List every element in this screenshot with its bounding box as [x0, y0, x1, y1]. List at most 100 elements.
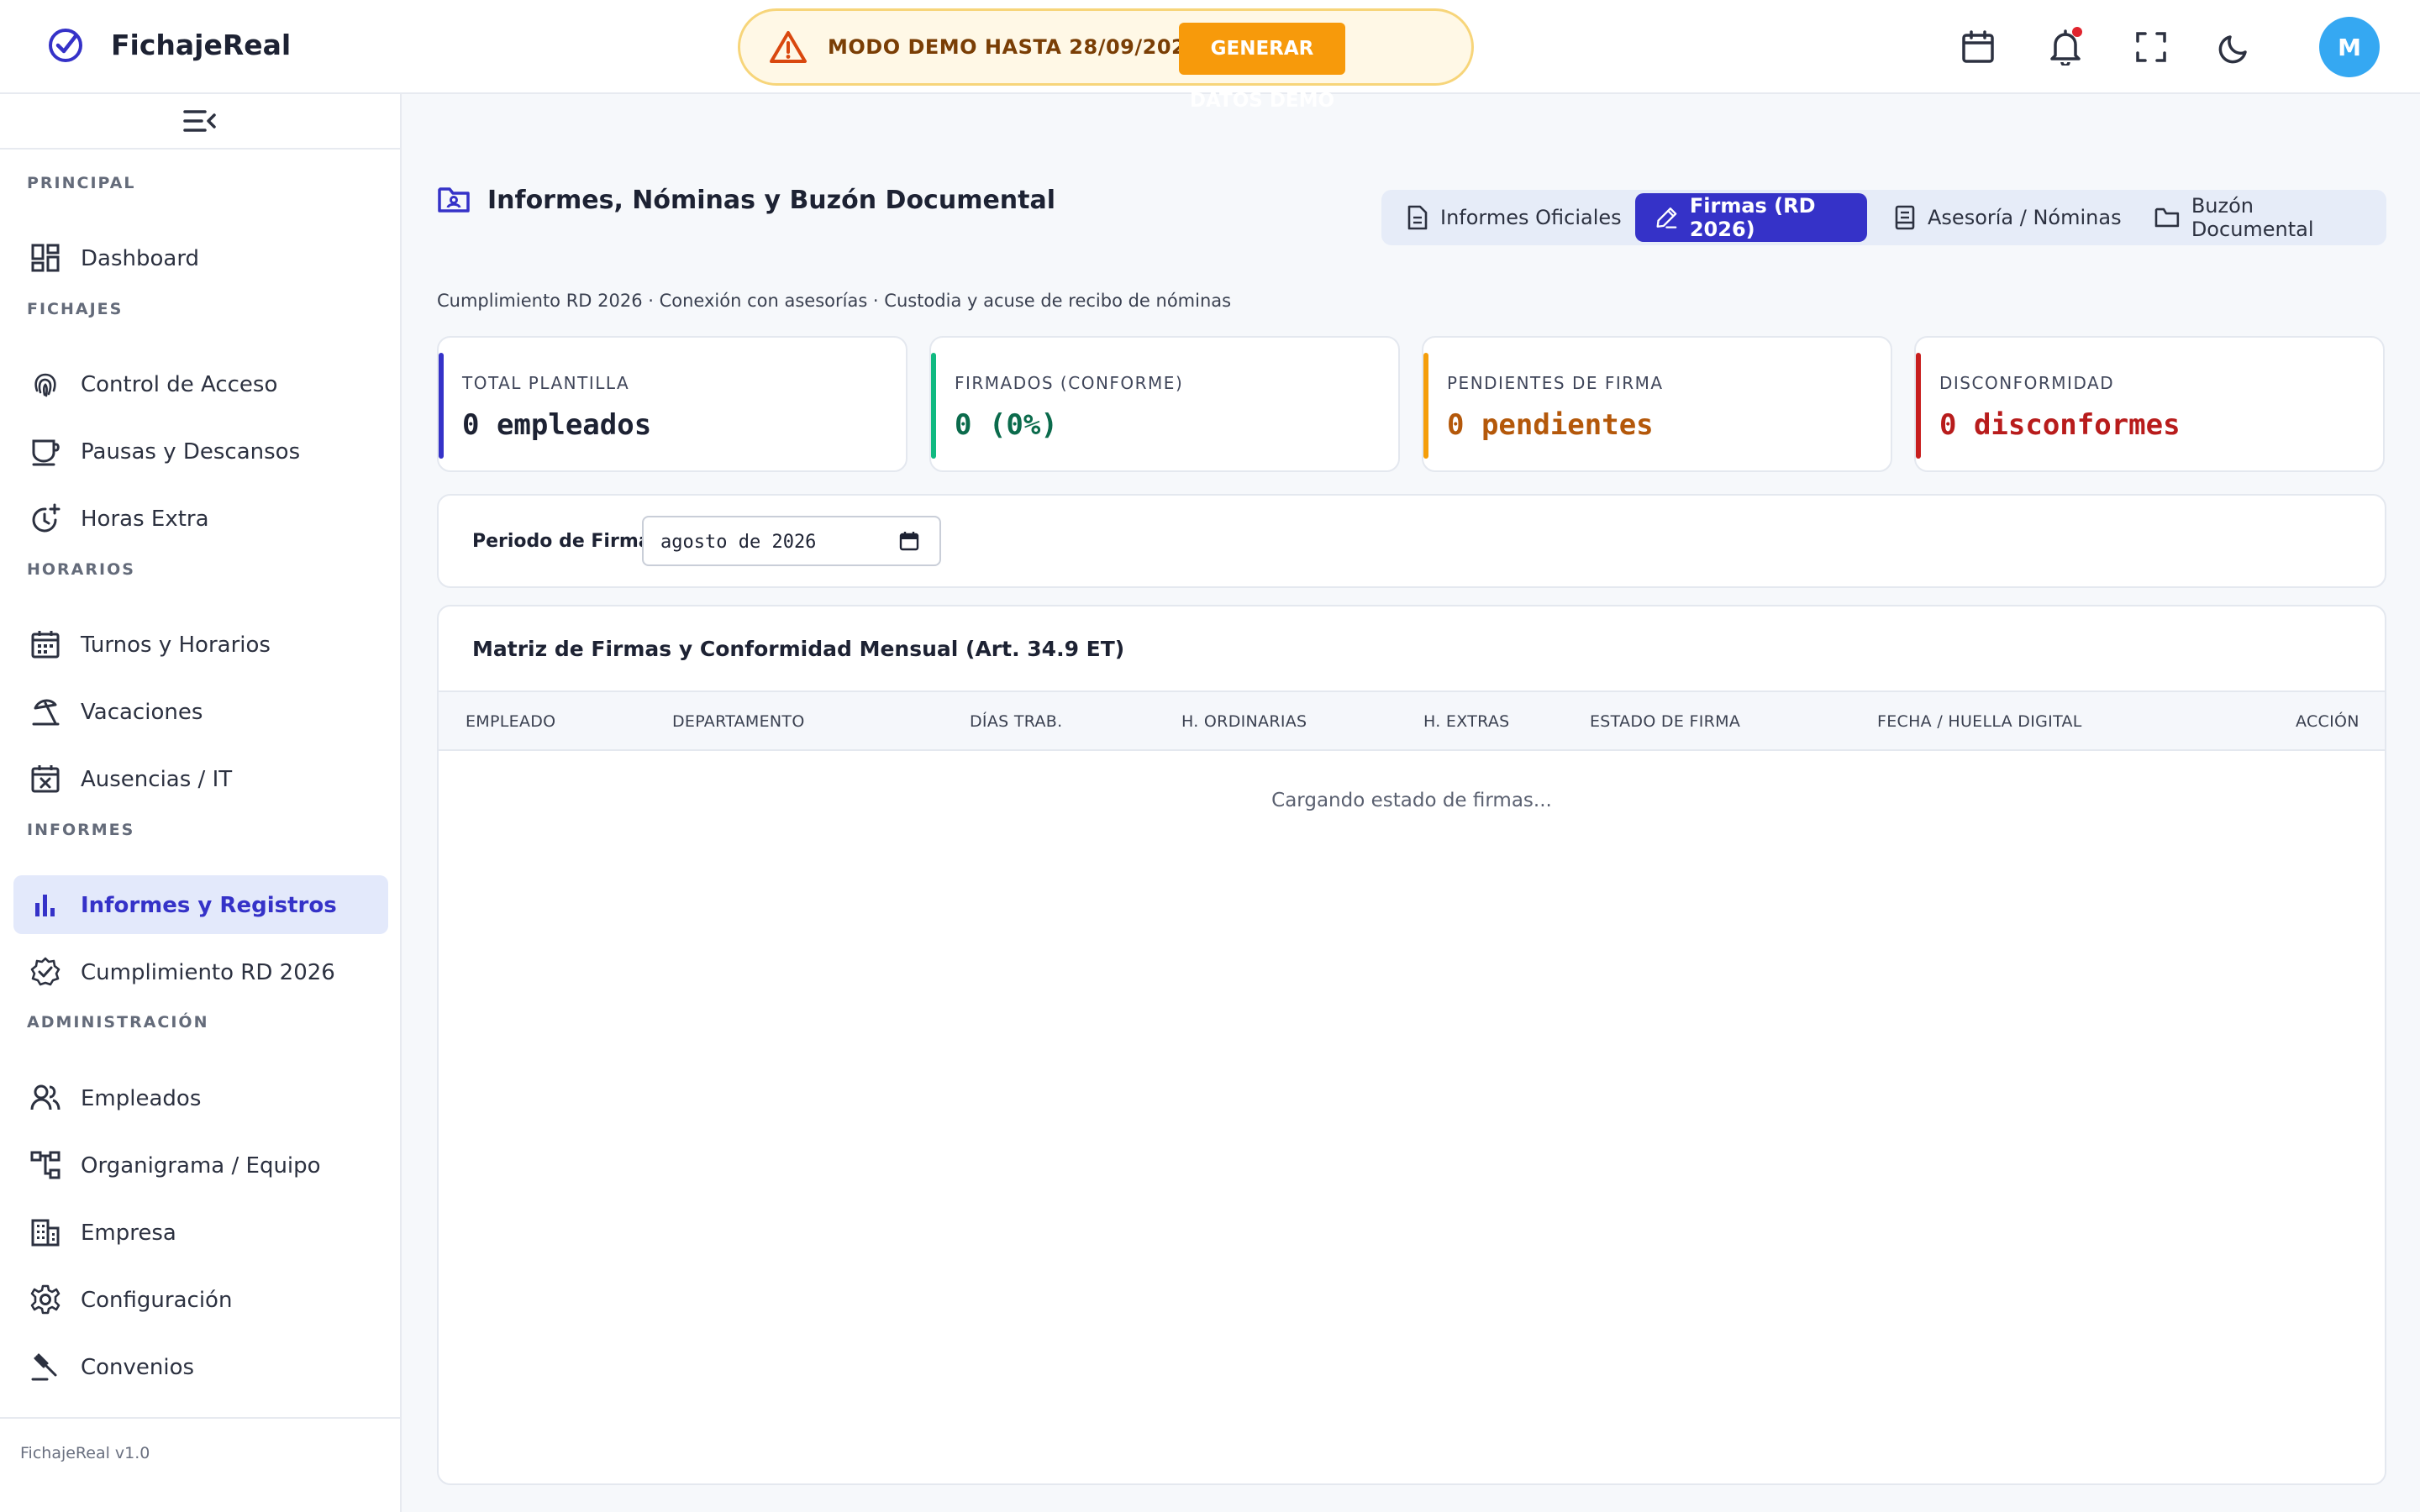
verified-badge-icon	[30, 957, 60, 986]
notification-dot	[2072, 27, 2082, 37]
sidebar-item-label: Dashboard	[81, 246, 200, 271]
stat-accent-bar	[1423, 353, 1428, 459]
sidebar-item-turnos[interactable]: Turnos y Horarios	[13, 615, 388, 674]
sidebar: PRINCIPAL Dashboard FICHAJES Control de …	[0, 94, 402, 1512]
table-header: EMPLEADO DEPARTAMENTO DÍAS TRAB. H. ORDI…	[439, 690, 2385, 751]
sidebar-item-label: Configuración	[81, 1288, 233, 1313]
org-chart-icon	[30, 1151, 60, 1179]
sidebar-collapse-button[interactable]	[0, 94, 400, 150]
tab-label: Asesoría / Nóminas	[1928, 206, 2122, 229]
sidebar-item-empresa[interactable]: Empresa	[13, 1203, 388, 1262]
period-label: Periodo de Firma:	[472, 531, 659, 552]
page-title: Informes, Nóminas y Buzón Documental	[487, 185, 1056, 215]
sidebar-divider	[0, 1417, 400, 1419]
sidebar-item-pausas[interactable]: Pausas y Descansos	[13, 422, 388, 480]
section-administracion: ADMINISTRACIÓN	[27, 1013, 209, 1032]
app-name: FichajeReal	[111, 28, 292, 61]
column-dias[interactable]: DÍAS TRAB.	[970, 712, 1062, 731]
stat-card-pendientes: PENDIENTES DE FIRMA 0 pendientes	[1422, 336, 1892, 472]
demo-mode-text: MODO DEMO HASTA 28/09/2026	[828, 35, 1201, 59]
stat-accent-bar	[439, 353, 444, 459]
app-logo[interactable]: FichajeReal	[47, 25, 291, 64]
sidebar-item-label: Control de Acceso	[81, 372, 278, 397]
building-icon	[31, 1219, 60, 1247]
gear-icon	[30, 1284, 60, 1315]
fullscreen-icon	[2136, 32, 2166, 62]
section-informes: INFORMES	[27, 821, 135, 839]
stat-card-disconformidad: DISCONFORMIDAD 0 disconformes	[1914, 336, 2385, 472]
signature-matrix: Matriz de Firmas y Conformidad Mensual (…	[437, 605, 2386, 1485]
loading-message: Cargando estado de firmas...	[1271, 790, 1552, 811]
sidebar-item-ausencias[interactable]: Ausencias / IT	[13, 749, 388, 808]
tab-informes-oficiales[interactable]: Informes Oficiales	[1407, 193, 1650, 242]
matrix-title: Matriz de Firmas y Conformidad Mensual (…	[472, 637, 1125, 661]
page-subtitle: Cumplimiento RD 2026 · Conexión con ases…	[437, 291, 1232, 311]
calendar-icon	[899, 532, 919, 551]
sidebar-item-control-acceso[interactable]: Control de Acceso	[13, 354, 388, 413]
generate-demo-data-button[interactable]: GENERAR DATOS DEMO	[1179, 23, 1345, 112]
sidebar-item-organigrama[interactable]: Organigrama / Equipo	[13, 1136, 388, 1194]
column-fecha-huella[interactable]: FECHA / HUELLA DIGITAL	[1877, 712, 2082, 731]
sidebar-item-horas-extra[interactable]: Horas Extra	[13, 489, 388, 548]
tab-label: Firmas (RD 2026)	[1689, 194, 1816, 241]
sidebar-item-label: Ausencias / IT	[81, 767, 233, 792]
sidebar-item-label: Cumplimiento RD 2026	[81, 960, 335, 985]
demo-banner: MODO DEMO HASTA 28/09/2026 GENERAR DATOS…	[738, 8, 1474, 112]
calendar-icon	[1962, 30, 1994, 63]
column-horas-extras[interactable]: H. EXTRAS	[1423, 712, 1510, 731]
moon-icon	[2218, 35, 2247, 64]
tab-bar: Informes Oficiales Firmas (RD 2026) Ases…	[1381, 190, 2386, 245]
tab-label: Buzón Documental	[2191, 194, 2314, 241]
user-avatar[interactable]: M	[2319, 17, 2380, 77]
column-empleado[interactable]: EMPLEADO	[466, 712, 555, 731]
stat-value: 0 disconformes	[1939, 408, 2181, 442]
beach-umbrella-icon	[32, 699, 60, 726]
sidebar-item-label: Convenios	[81, 1355, 195, 1380]
tab-asesoria-nominas[interactable]: Asesoría / Nóminas	[1894, 193, 2138, 242]
section-horarios: HORARIOS	[27, 560, 135, 579]
clock-plus-icon	[32, 503, 60, 533]
app-version: FichajeReal v1.0	[20, 1444, 150, 1462]
top-bar: FichajeReal MODO DEMO HASTA 28/09/2026 G…	[0, 0, 2420, 112]
period-month-input[interactable]: agosto de 2026	[642, 516, 941, 566]
column-estado-firma[interactable]: ESTADO DE FIRMA	[1590, 712, 1740, 731]
bar-chart-icon	[35, 895, 55, 916]
tab-buzon-documental[interactable]: Buzón Documental	[2154, 193, 2381, 242]
check-circle-icon	[49, 29, 82, 62]
stat-label: FIRMADOS (CONFORME)	[955, 373, 1184, 393]
stat-label: PENDIENTES DE FIRMA	[1447, 373, 1664, 393]
sidebar-item-vacaciones[interactable]: Vacaciones	[13, 682, 388, 741]
column-accion: ACCIÓN	[2296, 712, 2360, 731]
calendar-button[interactable]	[1956, 25, 2000, 69]
stat-value: 0 (0%)	[955, 408, 1058, 442]
sidebar-item-configuracion[interactable]: Configuración	[13, 1270, 388, 1329]
sidebar-item-label: Horas Extra	[81, 507, 209, 532]
sidebar-item-empleados[interactable]: Empleados	[13, 1068, 388, 1127]
stat-value: 0 pendientes	[1447, 408, 1654, 442]
tab-firmas[interactable]: Firmas (RD 2026)	[1635, 193, 1867, 242]
stat-accent-bar	[1916, 353, 1921, 459]
sidebar-item-label: Organigrama / Equipo	[81, 1153, 321, 1179]
users-icon	[30, 1084, 60, 1110]
sidebar-item-cumplimiento[interactable]: Cumplimiento RD 2026	[13, 942, 388, 1001]
fullscreen-button[interactable]	[2129, 25, 2173, 69]
calendar-grid-icon	[31, 631, 60, 659]
notifications-button[interactable]	[2044, 25, 2087, 69]
dark-mode-button[interactable]	[2213, 25, 2257, 69]
sidebar-item-convenios[interactable]: Convenios	[13, 1337, 388, 1396]
page-header: Informes, Nóminas y Buzón Documental	[437, 185, 1055, 215]
gavel-icon	[31, 1353, 57, 1381]
menu-collapse-icon	[183, 110, 216, 132]
stat-accent-bar	[931, 353, 936, 459]
sidebar-item-label: Turnos y Horarios	[81, 633, 271, 658]
calendar-x-icon	[31, 765, 60, 793]
column-horas-ordinarias[interactable]: H. ORDINARIAS	[1181, 712, 1307, 731]
section-fichajes: FICHAJES	[27, 300, 124, 318]
sidebar-item-informes-registros[interactable]: Informes y Registros	[13, 875, 388, 934]
sidebar-item-dashboard[interactable]: Dashboard	[13, 228, 388, 287]
sidebar-item-label: Vacaciones	[81, 700, 203, 725]
column-departamento[interactable]: DEPARTAMENTO	[672, 712, 805, 731]
folder-icon	[2154, 207, 2180, 228]
sidebar-item-label: Empleados	[81, 1086, 202, 1111]
period-value: agosto de 2026	[660, 532, 817, 553]
